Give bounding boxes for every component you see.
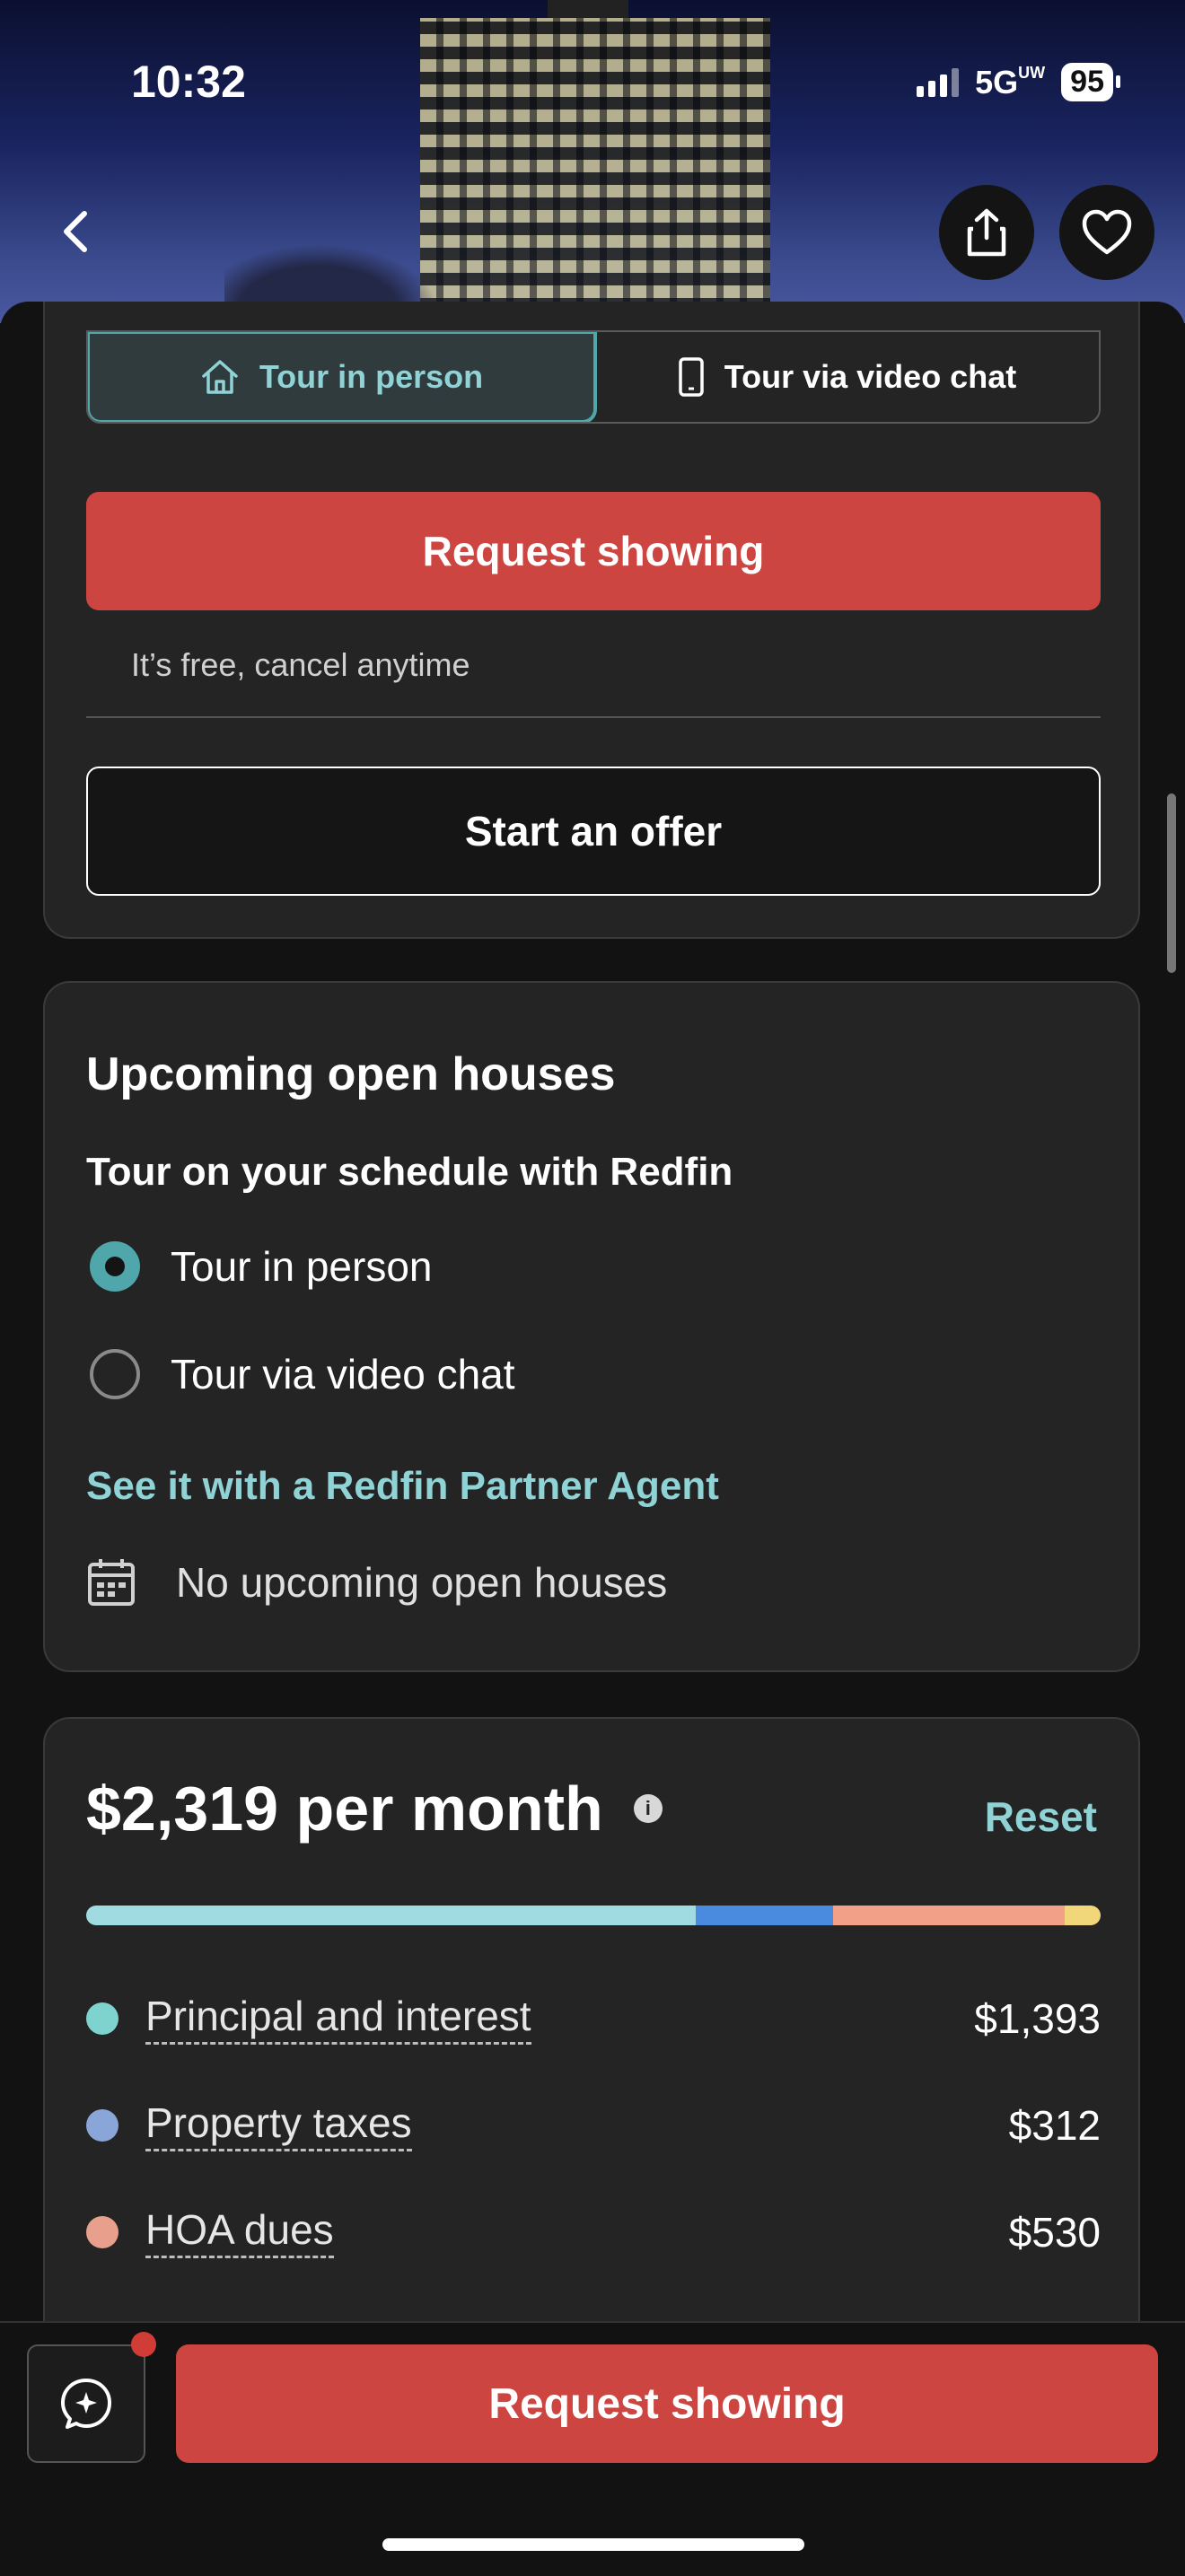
signal-icon bbox=[917, 67, 960, 97]
breakdown-value: $530 bbox=[1008, 2208, 1101, 2256]
bar-segment-2 bbox=[832, 1906, 1066, 1925]
chat-sparkle-icon bbox=[61, 2379, 111, 2429]
phone-icon bbox=[679, 357, 704, 397]
bar-segment-1 bbox=[696, 1906, 833, 1925]
breakdown-value: $312 bbox=[1008, 2101, 1101, 2149]
heart-icon bbox=[1082, 209, 1132, 255]
open-houses-subtitle: Tour on your schedule with Redfin bbox=[86, 1150, 733, 1194]
status-indicators: 5GUW 95 bbox=[917, 63, 1120, 101]
tab-tour-video-chat[interactable]: Tour via video chat bbox=[595, 332, 1099, 422]
breakdown-row-principal[interactable]: Principal and interest $1,393 bbox=[86, 1992, 1101, 2045]
legend-dot bbox=[86, 2108, 118, 2142]
radio-tour-video-chat[interactable]: Tour via video chat bbox=[90, 1349, 515, 1399]
monthly-payment-title: $2,319 per month i bbox=[86, 1773, 663, 1844]
tab-label: Tour via video chat bbox=[724, 358, 1017, 395]
breakdown-row-property-taxes[interactable]: Property taxes $312 bbox=[86, 2098, 1101, 2151]
scrollbar[interactable] bbox=[1167, 793, 1176, 973]
breakdown-label: Property taxes bbox=[145, 2098, 412, 2151]
breakdown-label: HOA dues bbox=[145, 2205, 334, 2258]
favorite-button[interactable] bbox=[1059, 185, 1154, 280]
radio-selected-icon bbox=[90, 1241, 140, 1292]
battery-indicator: 95 bbox=[1061, 63, 1120, 101]
monthly-payment-amount: $2,319 per month bbox=[86, 1774, 603, 1844]
tour-request-card: Tour in person Tour via video chat Reque… bbox=[43, 302, 1140, 939]
legend-dot bbox=[86, 2002, 118, 2035]
home-indicator[interactable] bbox=[382, 2538, 804, 2551]
breakdown-row-hoa-dues[interactable]: HOA dues $530 bbox=[86, 2205, 1101, 2258]
no-open-houses-text: No upcoming open houses bbox=[176, 1559, 668, 1606]
tab-label: Tour in person bbox=[259, 358, 484, 395]
start-offer-button[interactable]: Start an offer bbox=[86, 767, 1101, 896]
no-open-houses-row: No upcoming open houses bbox=[86, 1557, 667, 1608]
bar-segment-3 bbox=[1065, 1906, 1101, 1925]
breakdown-value: $1,393 bbox=[974, 1994, 1101, 2042]
building-photo bbox=[420, 18, 770, 323]
divider bbox=[86, 716, 1101, 718]
radio-tour-in-person[interactable]: Tour in person bbox=[90, 1241, 433, 1292]
legend-dot bbox=[86, 2215, 118, 2248]
house-icon bbox=[202, 360, 238, 394]
notification-dot bbox=[131, 2332, 156, 2357]
network-label: 5GUW bbox=[975, 63, 1046, 101]
details-sheet: Tour in person Tour via video chat Reque… bbox=[0, 302, 1185, 2321]
info-icon[interactable]: i bbox=[633, 1794, 663, 1823]
reset-button[interactable]: Reset bbox=[985, 1792, 1097, 1841]
status-time: 10:32 bbox=[131, 57, 246, 107]
radio-label: Tour via video chat bbox=[171, 1351, 515, 1398]
calendar-icon bbox=[88, 1559, 135, 1606]
listing-hero-photo: 10:32 5GUW 95 bbox=[0, 0, 1185, 323]
bottom-action-bar: Request showing bbox=[0, 2321, 1185, 2576]
tour-type-toggle: Tour in person Tour via video chat bbox=[86, 330, 1101, 424]
chevron-left-icon bbox=[64, 211, 87, 252]
share-icon bbox=[967, 208, 1006, 257]
monthly-payment-card: $2,319 per month i Reset Principal and i… bbox=[43, 1717, 1140, 2321]
request-showing-sticky-button[interactable]: Request showing bbox=[176, 2344, 1158, 2463]
bar-segment-0 bbox=[86, 1906, 697, 1925]
radio-unselected-icon bbox=[90, 1349, 140, 1399]
open-houses-card: Upcoming open houses Tour on your schedu… bbox=[43, 981, 1140, 1672]
partner-agent-link[interactable]: See it with a Redfin Partner Agent bbox=[86, 1464, 719, 1509]
request-showing-button[interactable]: Request showing bbox=[86, 492, 1101, 610]
share-button[interactable] bbox=[939, 185, 1034, 280]
building-top bbox=[548, 0, 628, 18]
chat-button[interactable] bbox=[27, 2344, 145, 2463]
tab-tour-in-person[interactable]: Tour in person bbox=[88, 332, 597, 422]
radio-label: Tour in person bbox=[171, 1243, 433, 1290]
open-houses-title: Upcoming open houses bbox=[86, 1048, 616, 1100]
payment-breakdown-bar bbox=[86, 1906, 1101, 1925]
breakdown-label: Principal and interest bbox=[145, 1992, 531, 2045]
free-cancel-note: It’s free, cancel anytime bbox=[131, 646, 470, 683]
back-button[interactable] bbox=[54, 205, 99, 258]
